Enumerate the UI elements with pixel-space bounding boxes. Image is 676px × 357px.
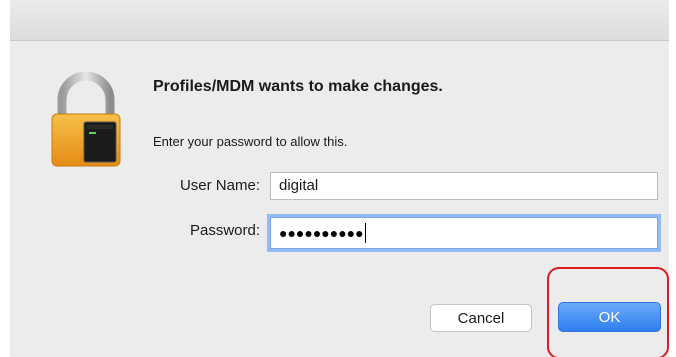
lock-icon — [51, 72, 121, 167]
text-caret — [364, 223, 366, 243]
username-label: User Name: — [179, 177, 260, 194]
username-field[interactable]: digital — [270, 172, 658, 200]
dialog-subtitle: Enter your password to allow this. — [153, 134, 348, 149]
password-label: Password: — [189, 222, 260, 239]
ok-button[interactable]: OK — [558, 302, 661, 332]
password-field[interactable]: ●●●●●●●●●● — [270, 217, 658, 249]
screen: Profiles/MDM wants to make changes. Ente… — [0, 0, 676, 357]
dialog-title: Profiles/MDM wants to make changes. — [153, 78, 443, 95]
dialog-titlebar — [10, 0, 669, 41]
password-mask: ●●●●●●●●●● — [279, 225, 364, 241]
cancel-button[interactable]: Cancel — [430, 304, 532, 332]
